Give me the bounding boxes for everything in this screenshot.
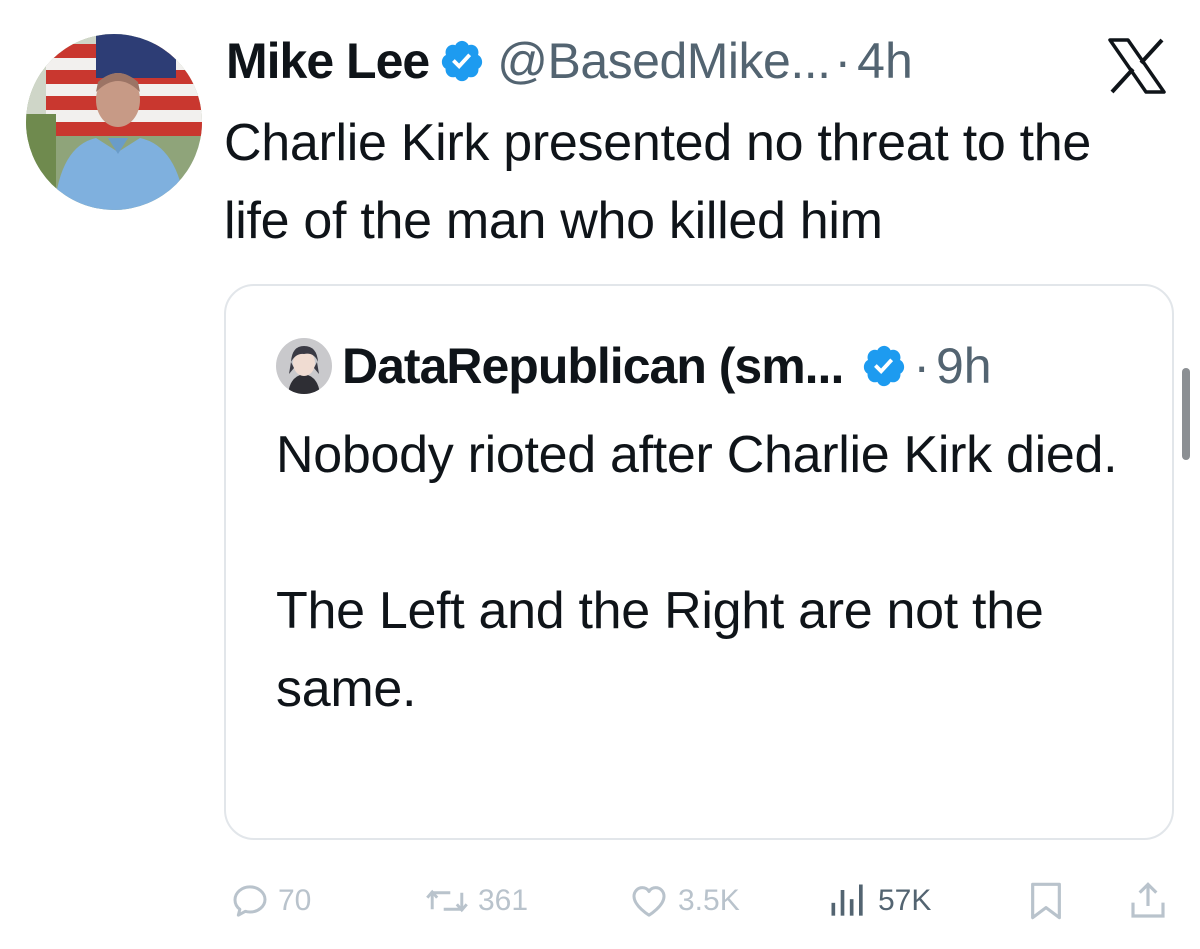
quote-paragraph: Nobody rioted after Charlie Kirk died. — [276, 426, 1118, 484]
separator-dot: · — [913, 338, 930, 394]
author-handle[interactable]: @BasedMike... — [497, 32, 831, 90]
repost-button[interactable]: 361 — [424, 866, 528, 936]
heart-icon — [632, 886, 666, 917]
bookmark-icon — [1031, 882, 1061, 920]
action-bar: 70 361 3.5K 57K — [0, 866, 1200, 936]
share-button[interactable] — [1128, 866, 1176, 936]
author-avatar[interactable] — [26, 34, 202, 210]
separator-dot: · — [834, 33, 852, 89]
like-count: 3.5K — [678, 884, 740, 917]
quoted-tweet-card[interactable]: DataRepublican (sm... · 9h Nobody rioted… — [224, 284, 1174, 840]
tweet-header: Mike Lee @BasedMike... · 4h — [226, 28, 913, 94]
scrollbar[interactable] — [1182, 368, 1190, 460]
reply-count: 70 — [278, 884, 312, 917]
quote-time[interactable]: 9h — [936, 337, 992, 395]
repost-icon — [426, 889, 468, 913]
like-button[interactable]: 3.5K — [628, 866, 740, 936]
views-button[interactable]: 57K — [826, 866, 931, 936]
verified-badge-icon — [442, 40, 483, 82]
quote-paragraph: The Left and the Right are not the same. — [276, 582, 1044, 718]
quote-header: DataRepublican (sm... · 9h — [276, 336, 992, 396]
quote-author-name[interactable]: DataRepublican (sm... — [342, 337, 844, 395]
share-icon — [1131, 882, 1165, 918]
bookmark-button[interactable] — [1026, 866, 1074, 936]
tweet-text: Charlie Kirk presented no threat to the … — [224, 114, 1092, 250]
views-count: 57K — [878, 884, 932, 917]
author-name[interactable]: Mike Lee — [226, 32, 430, 90]
x-logo-icon — [1108, 38, 1166, 94]
tweet-time[interactable]: 4h — [857, 32, 913, 90]
tweet[interactable]: Mike Lee @BasedMike... · 4h Charlie Kirk… — [0, 0, 1200, 949]
reply-icon — [233, 885, 267, 917]
views-icon — [831, 884, 863, 916]
verified-badge-icon — [864, 345, 905, 387]
reply-button[interactable]: 70 — [230, 866, 311, 936]
quote-author-avatar — [276, 338, 332, 394]
quote-text: Nobody rioted after Charlie Kirk died. T… — [276, 416, 1136, 728]
repost-count: 361 — [478, 884, 529, 917]
